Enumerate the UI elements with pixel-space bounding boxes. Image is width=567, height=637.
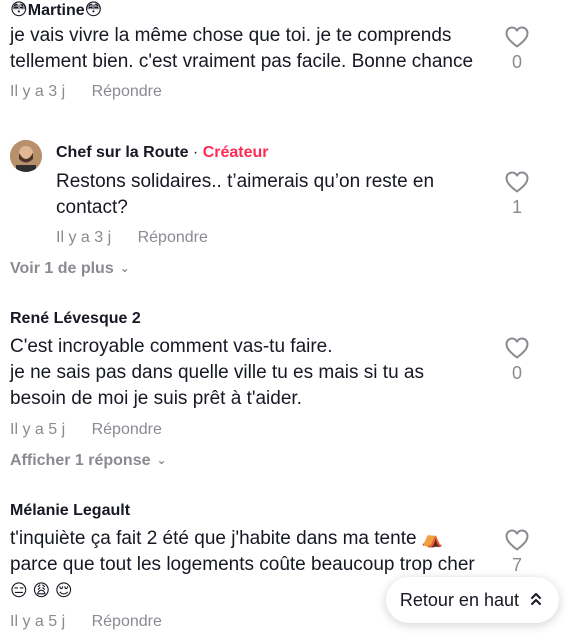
view-more-label[interactable]: Voir 1 de plus <box>10 260 114 277</box>
avatar[interactable] <box>10 140 42 172</box>
comment-time: Il y a 5 j <box>10 613 66 630</box>
tent-emoji: ⛺ <box>421 529 443 548</box>
reply-button[interactable]: Répondre <box>92 613 162 630</box>
reply-button[interactable]: Répondre <box>92 421 162 438</box>
comment-item: René Lévesque 2 C'est incroyable comment… <box>10 309 567 440</box>
back-to-top-button[interactable]: Retour en haut <box>385 577 559 623</box>
comment-text-line: C'est incroyable comment vas-tu faire. <box>10 336 333 357</box>
heart-icon[interactable] <box>505 529 529 551</box>
flushed-emoji: 😳 <box>84 0 103 19</box>
comment-time: Il y a 5 j <box>10 421 66 438</box>
comment-item: 😳Martine😳 je vais vivre la même chose qu… <box>10 0 567 102</box>
comment-text-part: parce que tout les logements coûte beauc… <box>10 554 475 575</box>
reply-button[interactable]: Répondre <box>138 229 208 246</box>
reply-meta: Il y a 3 j Répondre <box>56 228 567 248</box>
reply-button[interactable]: Répondre <box>92 83 162 100</box>
avatar-image <box>10 140 42 172</box>
flushed-emoji: 😳 <box>10 0 28 19</box>
reply-time: Il y a 3 j <box>56 229 112 246</box>
comment-author[interactable]: Mélanie Legault <box>10 501 567 521</box>
comment-author[interactable]: René Lévesque 2 <box>10 309 567 329</box>
back-to-top-label[interactable]: Retour en haut <box>400 590 519 611</box>
chevron-down-icon[interactable]: ⌄ <box>120 261 130 275</box>
face-emojis: 😑 😩 😌 <box>10 581 73 600</box>
comment-text-line: je ne sais pas dans quelle ville tu es m… <box>10 362 424 409</box>
comment-meta: Il y a 3 j Répondre <box>10 82 567 102</box>
view-more-replies-button[interactable]: Voir 1 de plus ⌄ <box>10 259 130 279</box>
comment-text-part: t'inquiète ça fait 2 été que j'habite da… <box>10 528 417 549</box>
author-name[interactable]: Chef sur la Route <box>56 144 188 161</box>
comment-author[interactable]: 😳Martine😳 <box>10 0 567 21</box>
like-button[interactable]: 7 <box>505 529 529 576</box>
comment-text: C'est incroyable comment vas-tu faire. j… <box>10 334 480 412</box>
heart-icon[interactable] <box>505 26 529 48</box>
reply-item: Chef sur la Route · Créateur Restons sol… <box>56 143 567 248</box>
like-count: 1 <box>511 197 522 217</box>
show-replies-label[interactable]: Afficher 1 réponse <box>10 452 150 469</box>
like-button[interactable]: 0 <box>505 337 529 384</box>
reply-text: Restons solidaires.. t’aimerais qu’on re… <box>56 171 435 218</box>
comment-time: Il y a 3 j <box>10 83 66 100</box>
reply-author[interactable]: Chef sur la Route · Créateur <box>56 143 567 163</box>
comment-text: je vais vivre la même chose que toi. je … <box>10 25 474 72</box>
comment-meta: Il y a 5 j Répondre <box>10 420 567 440</box>
chevron-double-up-icon[interactable] <box>531 592 541 609</box>
creator-badge: Créateur <box>202 144 269 161</box>
separator: · <box>188 144 203 161</box>
like-button[interactable]: 0 <box>505 26 529 73</box>
heart-icon[interactable] <box>505 171 529 193</box>
like-count: 7 <box>511 555 522 575</box>
like-count: 0 <box>511 52 522 72</box>
like-button[interactable]: 1 <box>505 171 529 218</box>
show-replies-button[interactable]: Afficher 1 réponse ⌄ <box>10 451 167 471</box>
heart-icon[interactable] <box>505 337 529 359</box>
chevron-down-icon[interactable]: ⌄ <box>156 453 166 467</box>
like-count: 0 <box>511 363 522 383</box>
author-name[interactable]: Martine <box>28 2 85 19</box>
